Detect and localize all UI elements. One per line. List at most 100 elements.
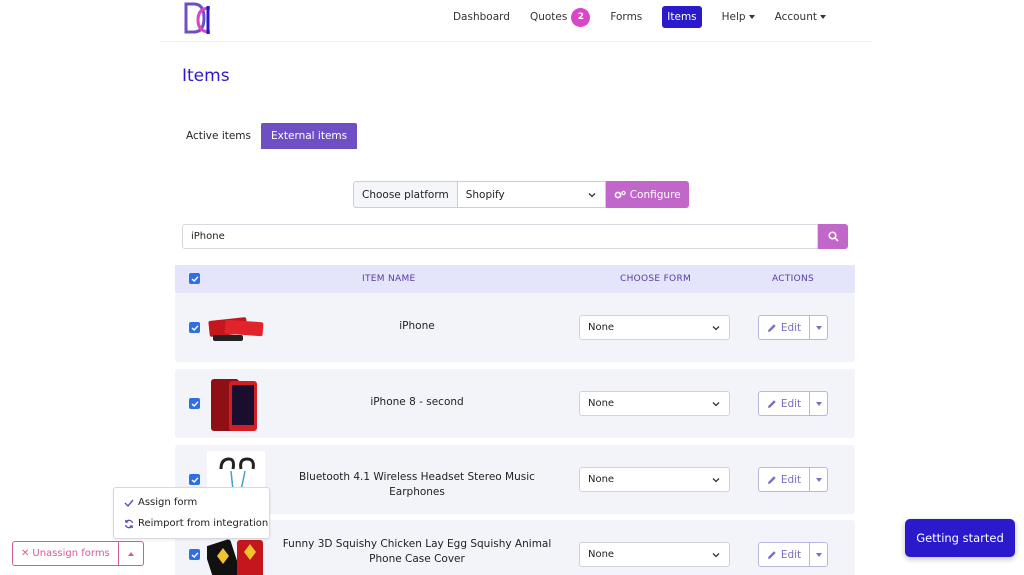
- check-icon: [124, 499, 134, 507]
- pencil-icon: [767, 323, 776, 332]
- nav-dashboard[interactable]: Dashboard: [453, 6, 510, 28]
- edit-dropdown-toggle[interactable]: [810, 391, 828, 416]
- nav-forms-label: Forms: [610, 11, 643, 23]
- table-row: iPhone 8 - second None Edit: [175, 369, 855, 438]
- header-choose-form: CHOOSE FORM: [620, 274, 692, 284]
- caret-down-icon: [815, 552, 822, 557]
- caret-up-icon: [127, 551, 134, 556]
- form-select[interactable]: None: [579, 542, 730, 567]
- header-item-name: ITEM NAME: [362, 274, 416, 284]
- item-name: Funny 3D Squishy Chicken Lay Egg Squishy…: [282, 538, 552, 565]
- form-select-value: None: [588, 398, 615, 409]
- nav-items[interactable]: Items: [662, 6, 702, 28]
- nav-links: Dashboard Quotes 2 Forms Items Help Accou…: [433, 6, 826, 28]
- table-header: ITEM NAME CHOOSE FORM ACTIONS: [175, 265, 855, 293]
- nav-account-label: Account: [774, 11, 817, 23]
- select-all-checkbox[interactable]: [189, 273, 200, 284]
- edit-label: Edit: [780, 321, 802, 334]
- configure-label: Configure: [629, 188, 681, 201]
- sync-icon: [124, 519, 134, 528]
- caret-down-icon: [815, 325, 822, 330]
- chevron-down-icon: [588, 192, 596, 197]
- edit-button-group: Edit: [758, 467, 828, 492]
- nav-account[interactable]: Account: [775, 6, 826, 28]
- check-icon: [191, 324, 199, 331]
- row-checkbox[interactable]: [189, 549, 200, 560]
- edit-button[interactable]: Edit: [758, 391, 810, 416]
- check-icon: [191, 551, 199, 558]
- tab-active-items[interactable]: Active items: [176, 123, 261, 149]
- edit-dropdown-toggle[interactable]: [810, 315, 828, 340]
- configure-button[interactable]: Configure: [605, 181, 689, 208]
- tab-external-items[interactable]: External items: [261, 123, 358, 149]
- edit-button-group: Edit: [758, 315, 828, 340]
- item-name: iPhone 8 - second: [370, 396, 464, 408]
- caret-down-icon: [748, 15, 755, 19]
- product-thumbnail: [211, 379, 257, 431]
- form-select[interactable]: None: [579, 391, 730, 416]
- nav-forms[interactable]: Forms: [610, 6, 642, 28]
- pencil-icon: [767, 475, 776, 484]
- items-tabs: Active items External items: [176, 123, 358, 149]
- pencil-icon: [767, 550, 776, 559]
- nav-items-label: Items: [667, 11, 697, 23]
- reimport-menu-item[interactable]: Reimport from integration: [124, 518, 268, 529]
- form-select[interactable]: None: [579, 467, 730, 492]
- edit-label: Edit: [780, 397, 802, 410]
- edit-dropdown-toggle[interactable]: [810, 542, 828, 567]
- edit-label: Edit: [780, 548, 802, 561]
- bulk-actions-toggle[interactable]: [118, 541, 144, 566]
- caret-down-icon: [815, 477, 822, 482]
- nav-help[interactable]: Help: [722, 6, 755, 28]
- table-row: Funny 3D Squishy Chicken Lay Egg Squishy…: [175, 520, 855, 575]
- row-checkbox[interactable]: [189, 322, 200, 333]
- assign-form-menu-item[interactable]: Assign form: [124, 497, 197, 508]
- row-checkbox[interactable]: [189, 398, 200, 409]
- table-row: iPhone None Edit: [175, 293, 855, 362]
- brand-logo[interactable]: [184, 2, 212, 34]
- chevron-down-icon: [712, 325, 720, 330]
- check-icon: [191, 275, 199, 282]
- chevron-down-icon: [712, 552, 720, 557]
- platform-chooser: Choose platform Shopify Configure: [353, 181, 689, 208]
- check-icon: [191, 476, 199, 483]
- item-name: Bluetooth 4.1 Wireless Headset Stereo Mu…: [299, 471, 535, 498]
- pencil-icon: [767, 399, 776, 408]
- bulk-actions-menu: Assign form Reimport from integration: [113, 487, 270, 539]
- form-select-value: None: [588, 549, 615, 560]
- unassign-forms-button[interactable]: ✕ Unassign forms: [12, 541, 119, 566]
- close-icon: ✕: [21, 548, 30, 559]
- platform-select[interactable]: Shopify: [457, 181, 606, 208]
- nav-quotes[interactable]: Quotes 2: [530, 6, 591, 28]
- edit-button[interactable]: Edit: [758, 315, 810, 340]
- edit-button-group: Edit: [758, 542, 828, 567]
- platform-selected-value: Shopify: [465, 188, 505, 201]
- bulk-unassign-group: ✕ Unassign forms: [12, 541, 144, 566]
- getting-started-button[interactable]: Getting started: [905, 519, 1015, 557]
- chevron-down-icon: [712, 401, 720, 406]
- edit-button-group: Edit: [758, 391, 828, 416]
- search-button[interactable]: [818, 224, 848, 249]
- page-title: Items: [182, 66, 230, 86]
- item-name: iPhone: [399, 320, 435, 332]
- assign-form-label: Assign form: [138, 497, 198, 508]
- search-bar: iPhone: [182, 224, 848, 249]
- quotes-count-badge: 2: [571, 7, 591, 27]
- caret-down-icon: [815, 401, 822, 406]
- form-select-value: None: [588, 474, 615, 485]
- edit-dropdown-toggle[interactable]: [810, 467, 828, 492]
- edit-label: Edit: [780, 473, 802, 486]
- top-navbar: Dashboard Quotes 2 Forms Items Help Accou…: [160, 0, 872, 42]
- edit-button[interactable]: Edit: [758, 542, 810, 567]
- search-input[interactable]: iPhone: [182, 224, 818, 249]
- edit-button[interactable]: Edit: [758, 467, 810, 492]
- platform-label: Choose platform: [353, 181, 458, 208]
- check-icon: [191, 400, 199, 407]
- nav-dashboard-label: Dashboard: [452, 11, 510, 23]
- row-checkbox[interactable]: [189, 474, 200, 485]
- cogs-icon: [614, 190, 626, 198]
- nav-help-label: Help: [721, 11, 746, 23]
- form-select[interactable]: None: [579, 315, 730, 340]
- header-actions: ACTIONS: [772, 274, 815, 284]
- unassign-forms-label: Unassign forms: [32, 548, 110, 559]
